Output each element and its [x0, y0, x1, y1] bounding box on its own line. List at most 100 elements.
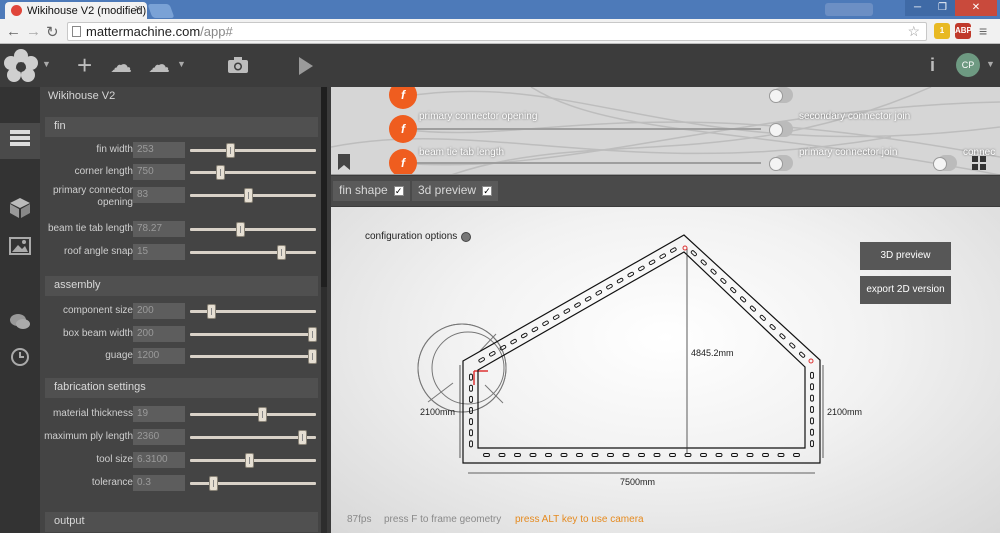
logo-flower-icon[interactable] — [2, 48, 40, 86]
param-slider-box-beam-width[interactable] — [190, 326, 318, 342]
bookmark-star-icon[interactable]: ☆ — [907, 23, 920, 40]
cloud-download-icon[interactable]: ☁ — [110, 53, 132, 77]
logo-menu-caret-icon[interactable]: ▼ — [42, 59, 51, 69]
play-icon[interactable] — [298, 57, 314, 75]
slider-track[interactable] — [190, 355, 316, 358]
param-input-roof-angle-snap[interactable]: 15 — [133, 244, 185, 260]
close-tab-icon[interactable]: × — [135, 3, 141, 15]
3d-preview-button[interactable]: 3D preview — [860, 242, 951, 270]
mail-extension-icon[interactable]: 1 — [934, 23, 950, 39]
slider-thumb[interactable] — [308, 349, 318, 364]
param-slider-tolerance[interactable] — [190, 475, 316, 491]
slider-thumb[interactable] — [236, 222, 246, 237]
section-assembly[interactable]: assembly — [45, 276, 318, 296]
param-slider-beam-tie-tab-length[interactable] — [190, 221, 316, 237]
param-input-maximum-ply-length[interactable]: 2360 — [133, 429, 185, 445]
graph-port-primary-connector-join[interactable] — [769, 155, 793, 171]
address-bar[interactable]: mattermachine.com/app# ☆ — [67, 22, 927, 41]
minimize-window-icon[interactable]: ─ — [905, 0, 930, 16]
image-icon[interactable] — [0, 237, 40, 273]
adblock-plus-icon[interactable]: ABP — [955, 23, 972, 39]
graph-node-beam-tie-tab-length[interactable]: f — [389, 149, 417, 174]
param-input-material-thickness[interactable]: 19 — [133, 406, 185, 422]
param-slider-guage[interactable] — [190, 348, 318, 364]
bookmark-icon[interactable] — [338, 154, 350, 170]
param-input-tolerance[interactable]: 0.3 — [133, 475, 185, 491]
graph-node-primary-connector-opening[interactable]: f — [389, 115, 417, 143]
graph-port-node[interactable] — [769, 87, 793, 103]
fin-shape-checkbox[interactable]: ✓ — [393, 185, 404, 196]
section-output[interactable]: output — [45, 512, 318, 532]
slider-track[interactable] — [190, 194, 316, 197]
param-input-beam-tie-tab-length[interactable]: 78.27 — [133, 221, 185, 237]
chat-icon[interactable] — [0, 312, 40, 348]
browser-tab[interactable]: Wikihouse V2 (modified) × — [5, 2, 147, 19]
maximize-window-icon[interactable]: ❐ — [930, 0, 955, 16]
new-tab-button[interactable] — [147, 4, 175, 18]
parameters-icon[interactable] — [0, 123, 40, 159]
graph-port-secondary-connector-join[interactable] — [769, 121, 793, 137]
param-input-primary-connector-opening[interactable]: 83 — [133, 187, 185, 203]
info-icon[interactable]: i — [930, 53, 935, 77]
slider-track[interactable] — [190, 436, 316, 439]
fin-slot — [469, 440, 473, 448]
configuration-options-toggle[interactable] — [461, 232, 471, 242]
slider-thumb[interactable] — [257, 407, 267, 422]
slider-thumb[interactable] — [226, 143, 236, 158]
tab-3d-preview[interactable]: 3d preview ✓ — [412, 181, 499, 201]
graph-port-connector[interactable] — [933, 155, 957, 171]
camera-icon[interactable] — [227, 57, 249, 74]
panel-scrollbar[interactable] — [321, 87, 327, 533]
slider-thumb[interactable] — [243, 188, 253, 203]
param-slider-primary-connector-opening[interactable] — [190, 187, 316, 203]
param-input-box-beam-width[interactable]: 200 — [133, 326, 185, 342]
slider-track[interactable] — [190, 333, 316, 336]
slider-thumb[interactable] — [276, 245, 286, 260]
param-slider-maximum-ply-length[interactable] — [190, 429, 316, 445]
tab-fin-shape[interactable]: fin shape ✓ — [333, 181, 410, 201]
section-fin[interactable]: fin — [45, 117, 318, 137]
slider-thumb[interactable] — [308, 327, 318, 342]
param-slider-component-size[interactable] — [190, 303, 316, 319]
slider-thumb[interactable] — [207, 304, 217, 319]
slider-track[interactable] — [190, 149, 316, 152]
reload-icon[interactable]: ↻ — [46, 23, 59, 41]
slider-track[interactable] — [190, 413, 316, 416]
browser-menu-icon[interactable]: ≡ — [979, 23, 987, 39]
user-menu-caret-icon[interactable]: ▼ — [986, 59, 995, 69]
param-slider-fin-width[interactable] — [190, 142, 316, 158]
slider-track[interactable] — [190, 171, 316, 174]
back-arrow-icon[interactable]: ← — [6, 23, 21, 40]
param-slider-roof-angle-snap[interactable] — [190, 244, 316, 260]
history-icon[interactable] — [0, 347, 40, 383]
3d-preview-checkbox[interactable]: ✓ — [482, 185, 493, 196]
add-icon[interactable]: + — [77, 52, 92, 78]
close-window-icon[interactable]: ✕ — [955, 0, 997, 16]
param-input-tool-size[interactable]: 6.3100 — [133, 452, 185, 468]
user-avatar[interactable]: CP — [956, 53, 980, 77]
slider-thumb[interactable] — [216, 165, 226, 180]
slider-thumb[interactable] — [298, 430, 308, 445]
upload-menu-caret-icon[interactable]: ▼ — [177, 59, 186, 69]
param-slider-corner-length[interactable] — [190, 164, 316, 180]
browser-profile-badge[interactable] — [825, 3, 873, 16]
param-input-guage[interactable]: 1200 — [133, 348, 185, 364]
cube-icon[interactable] — [0, 197, 40, 233]
slider-track[interactable] — [190, 228, 316, 231]
forward-arrow-icon[interactable]: → — [26, 23, 41, 40]
param-slider-tool-size[interactable] — [190, 452, 316, 468]
panel-scrollbar-thumb[interactable] — [321, 87, 327, 287]
section-fabrication-settings[interactable]: fabrication settings — [45, 378, 318, 398]
export-2d-button[interactable]: export 2D version — [860, 276, 951, 304]
param-slider-material-thickness[interactable] — [190, 406, 316, 422]
slider-track[interactable] — [190, 251, 316, 254]
drawing-viewport[interactable]: 4845.2mm 7500mm 2100mm 2100mm configurat… — [331, 207, 1000, 533]
grid-view-icon[interactable] — [972, 156, 986, 170]
cloud-upload-icon[interactable]: ☁ — [148, 53, 170, 77]
param-input-component-size[interactable]: 200 — [133, 303, 185, 319]
param-input-fin-width[interactable]: 253 — [133, 142, 185, 158]
node-graph[interactable]: f f primary connector opening f beam tie… — [331, 87, 1000, 175]
slider-thumb[interactable] — [245, 453, 255, 468]
slider-thumb[interactable] — [208, 476, 218, 491]
param-input-corner-length[interactable]: 750 — [133, 164, 185, 180]
